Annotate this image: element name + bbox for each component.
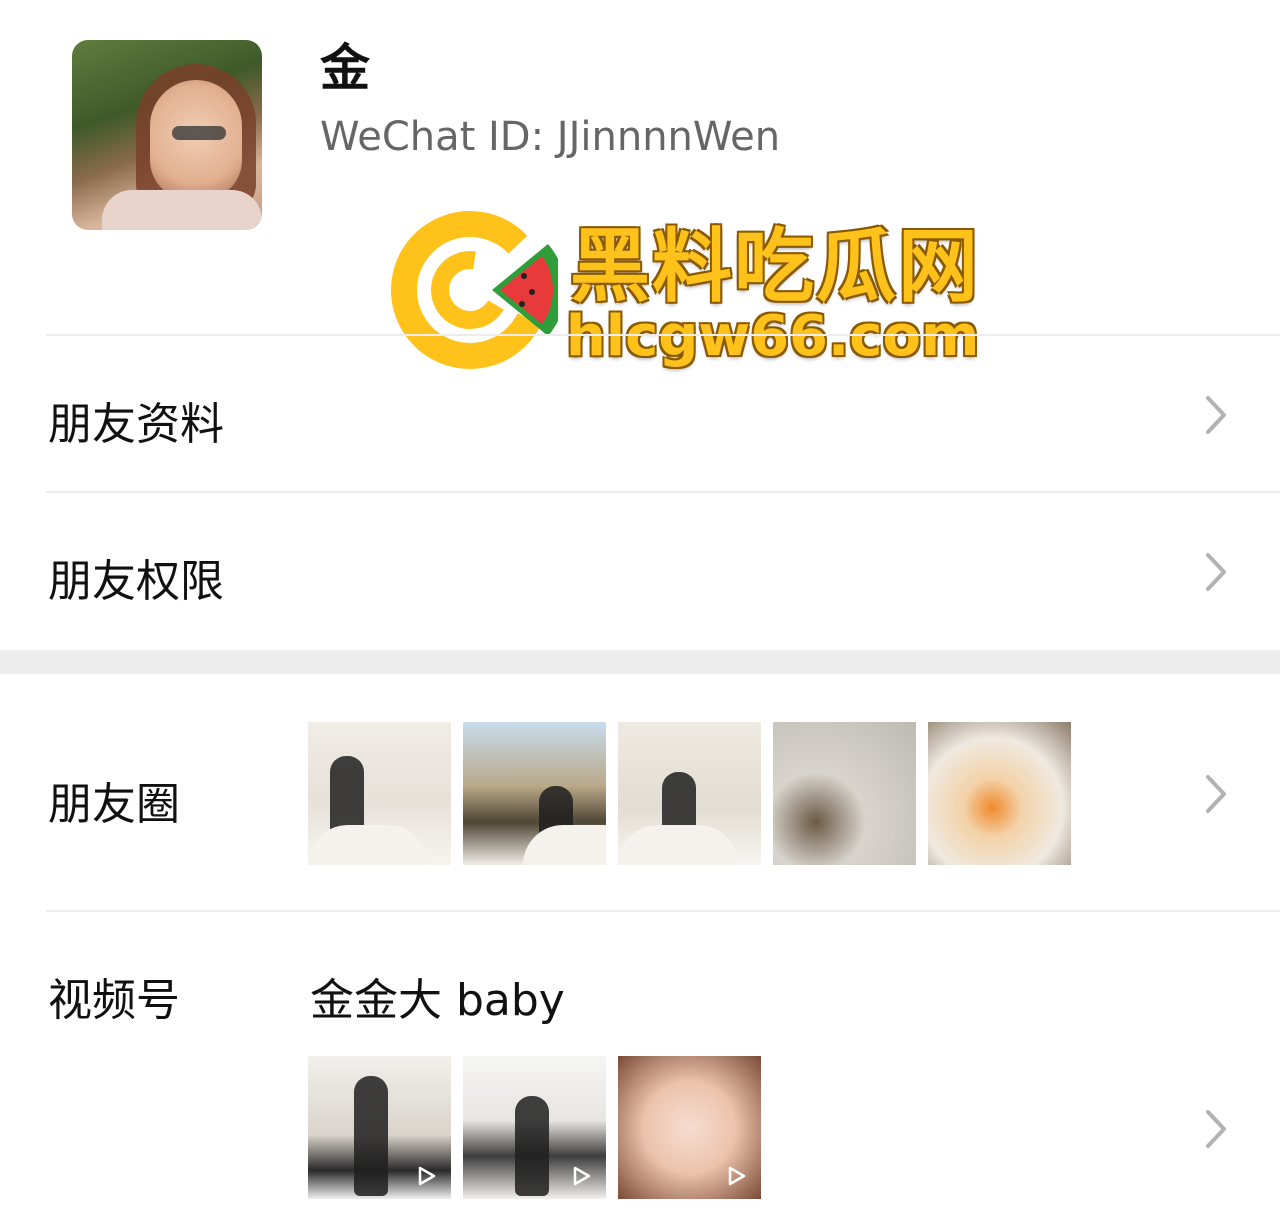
video-figure bbox=[515, 1096, 549, 1196]
avatar-face bbox=[150, 80, 242, 200]
chevron-right-icon bbox=[1206, 1110, 1226, 1148]
photo-table bbox=[618, 825, 738, 865]
section-gap bbox=[0, 650, 1280, 674]
moments-photo[interactable] bbox=[308, 722, 451, 865]
moments-thumbnails bbox=[308, 722, 1071, 865]
channel-name: 金金大 baby bbox=[310, 975, 565, 1026]
channel-video[interactable] bbox=[618, 1056, 761, 1199]
row-friend-permissions[interactable]: 朋友权限 bbox=[0, 493, 1280, 650]
channel-video-thumbnails bbox=[308, 1056, 761, 1199]
chevron-right-icon bbox=[1206, 553, 1226, 591]
moments-photo[interactable] bbox=[618, 722, 761, 865]
watermark-title: 黑料吃瓜网 bbox=[570, 220, 980, 313]
profile-name: 金 bbox=[320, 39, 370, 97]
row-label-friend-permissions: 朋友权限 bbox=[48, 556, 224, 607]
chevron-right-icon bbox=[1206, 396, 1226, 434]
moments-photo[interactable] bbox=[463, 722, 606, 865]
moments-photo[interactable] bbox=[928, 722, 1071, 865]
row-label-moments: 朋友圈 bbox=[48, 779, 180, 830]
row-moments[interactable]: 朋友圈 bbox=[0, 674, 1280, 910]
avatar-glasses bbox=[172, 126, 226, 140]
channel-video[interactable] bbox=[308, 1056, 451, 1199]
avatar[interactable] bbox=[72, 40, 262, 230]
photo-table bbox=[308, 825, 428, 865]
avatar-clothing bbox=[102, 190, 262, 230]
moments-photo[interactable] bbox=[773, 722, 916, 865]
play-icon bbox=[418, 1166, 436, 1186]
row-label-channels: 视频号 bbox=[48, 975, 180, 1026]
play-icon bbox=[728, 1166, 746, 1186]
wechat-id: WeChat ID: JJinnnnWen bbox=[320, 114, 781, 160]
row-friend-info[interactable]: 朋友资料 bbox=[0, 336, 1280, 492]
video-figure bbox=[354, 1076, 388, 1196]
photo-table bbox=[523, 825, 606, 865]
play-icon bbox=[573, 1166, 591, 1186]
channel-video[interactable] bbox=[463, 1056, 606, 1199]
row-channels[interactable]: 视频号 金金大 baby bbox=[0, 912, 1280, 1215]
chevron-right-icon bbox=[1206, 775, 1226, 813]
row-label-friend-info: 朋友资料 bbox=[48, 399, 224, 450]
